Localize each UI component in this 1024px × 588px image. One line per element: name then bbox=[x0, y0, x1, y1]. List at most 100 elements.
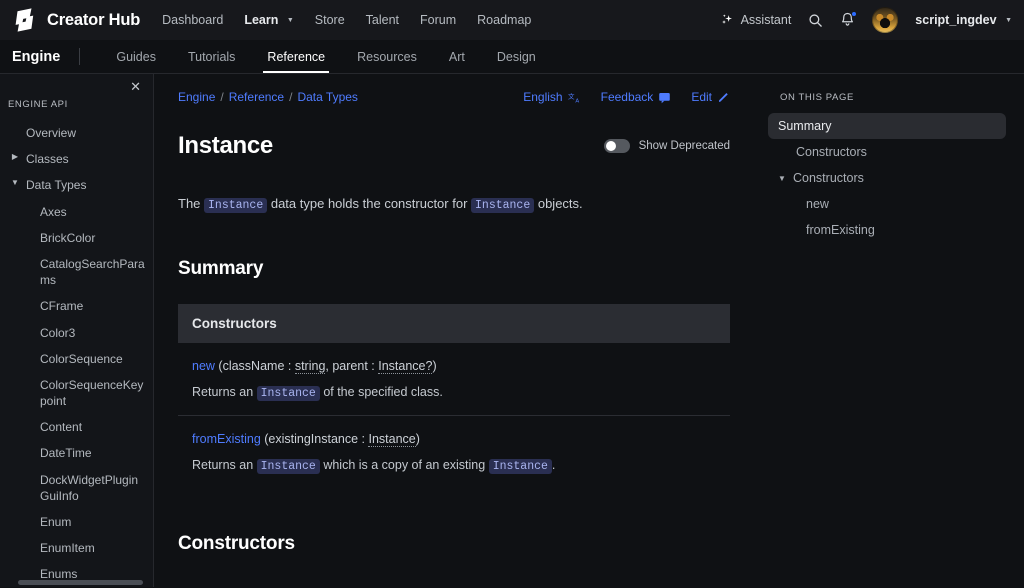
sidebar-item-dockwidgetpluginguiinfo[interactable]: DockWidgetPluginGuiInfo bbox=[0, 467, 153, 509]
sig-open: (className : bbox=[214, 359, 295, 374]
sidebar-item-overview[interactable]: Overview bbox=[0, 120, 153, 146]
sidebar-item-colorsequencekeypoint[interactable]: ColorSequenceKeypoint bbox=[0, 372, 153, 414]
left-sidebar: ✕ ENGINE API Overview ▶ Classes ▼ Data Types… bbox=[0, 74, 154, 587]
nav-link-talent[interactable]: Talent bbox=[366, 13, 399, 27]
breadcrumb-item-data-types[interactable]: Data Types bbox=[297, 90, 357, 104]
sidebar-item-colorsequence[interactable]: ColorSequence bbox=[0, 346, 153, 372]
feedback-button[interactable]: Feedback bbox=[601, 90, 672, 104]
rail-item-label: Summary bbox=[778, 119, 832, 133]
sidebar-item-data-types[interactable]: ▼ Data Types bbox=[0, 172, 153, 198]
sidebar-item-enum[interactable]: Enum bbox=[0, 509, 153, 535]
breadcrumb-item-engine[interactable]: Engine bbox=[178, 90, 215, 104]
show-deprecated-label: Show Deprecated bbox=[638, 140, 730, 152]
svg-text:A: A bbox=[575, 98, 579, 104]
tab-art[interactable]: Art bbox=[433, 40, 481, 73]
brand-logo[interactable]: Creator Hub bbox=[12, 8, 140, 32]
tab-guides[interactable]: Guides bbox=[100, 40, 172, 73]
constructor-name-link[interactable]: new bbox=[192, 359, 215, 373]
nav-link-forum-label: Forum bbox=[420, 13, 457, 27]
nav-link-roadmap[interactable]: Roadmap bbox=[477, 13, 531, 27]
show-deprecated-toggle[interactable] bbox=[603, 139, 630, 153]
intro-text-2: data type holds the constructor for bbox=[267, 196, 472, 211]
summary-heading: Summary bbox=[178, 258, 264, 280]
sidebar-item-color3[interactable]: Color3 bbox=[0, 320, 153, 346]
sidebar-item-axes[interactable]: Axes bbox=[0, 199, 153, 225]
assistant-button[interactable]: Assistant bbox=[720, 13, 791, 28]
notifications-button[interactable] bbox=[840, 11, 858, 28]
sidebar-item-label: Enum bbox=[40, 515, 72, 529]
toggle-knob bbox=[605, 141, 616, 151]
page-body: ✕ ENGINE API Overview ▶ Classes ▼ Data Types… bbox=[0, 74, 1024, 587]
sidebar-item-label: DateTime bbox=[40, 446, 92, 461]
rail-item-new[interactable]: new bbox=[768, 191, 1006, 217]
sig-mid: , parent : bbox=[325, 359, 379, 374]
table-row: fromExisting (existingInstance : Instanc… bbox=[178, 416, 730, 488]
constructor-name-link[interactable]: fromExisting bbox=[192, 432, 261, 446]
page-title-row: Instance Show Deprecated bbox=[178, 132, 730, 160]
sidebar-item-brickcolor[interactable]: BrickColor bbox=[0, 225, 153, 251]
svg-text:文: 文 bbox=[568, 91, 575, 100]
rail-item-constructors[interactable]: ▼ Constructors bbox=[768, 165, 1006, 191]
param-type[interactable]: string bbox=[294, 359, 326, 375]
pencil-icon bbox=[719, 92, 728, 102]
sidebar-item-content[interactable]: Content bbox=[0, 414, 153, 440]
tab-reference-label: Reference bbox=[267, 49, 326, 64]
tab-tutorials[interactable]: Tutorials bbox=[172, 40, 251, 73]
rail-list: Summary Constructors ▼ Constructors new fromE… bbox=[768, 113, 1006, 243]
nav-link-forum[interactable]: Forum bbox=[420, 13, 456, 27]
sidebar-item-enumitem[interactable]: EnumItem bbox=[0, 535, 153, 561]
desc-text-1: Returns an bbox=[192, 458, 257, 473]
tab-reference[interactable]: Reference bbox=[251, 40, 341, 73]
nav-link-learn[interactable]: Learn ▼ bbox=[244, 13, 293, 27]
sidebar-item-label: Overview bbox=[26, 126, 77, 140]
tab-resources[interactable]: Resources bbox=[341, 40, 433, 73]
constructor-signature: fromExisting (existingInstance : Instanc… bbox=[192, 430, 716, 449]
sidebar-item-datetime[interactable]: DateTime bbox=[0, 440, 153, 466]
page-intro-paragraph: The Instance data type holds the constru… bbox=[178, 194, 730, 214]
subnav-tabs: Guides Tutorials Reference Resources Art… bbox=[100, 40, 551, 73]
sidebar-item-classes[interactable]: ▶ Classes bbox=[0, 146, 153, 172]
sig-close: ) bbox=[415, 432, 420, 447]
top-nav-right-cluster: Assistant script_ingdev ▼ bbox=[720, 7, 1012, 33]
inline-code-instance: Instance bbox=[204, 198, 268, 213]
breadcrumb-item-reference[interactable]: Reference bbox=[229, 90, 284, 104]
search-button[interactable] bbox=[808, 13, 823, 28]
sidebar-item-label: CatalogSearchParams bbox=[40, 256, 145, 288]
feedback-label: Feedback bbox=[600, 90, 654, 104]
close-icon[interactable]: ✕ bbox=[130, 80, 141, 93]
notification-badge-dot bbox=[851, 11, 858, 17]
rail-item-fromexisting[interactable]: fromExisting bbox=[768, 217, 1006, 243]
sidebar-item-label: ColorSequenceKeypoint bbox=[40, 377, 144, 409]
desc-text-1: Returns an bbox=[192, 385, 257, 399]
rail-item-summary[interactable]: Summary bbox=[768, 113, 1006, 139]
tab-design-label: Design bbox=[496, 49, 536, 64]
sidebar-item-label: Data Types bbox=[26, 178, 87, 193]
edit-button[interactable]: Edit bbox=[691, 90, 730, 104]
nav-link-learn-label: Learn bbox=[244, 13, 279, 27]
chevron-right-icon: ▶ bbox=[11, 152, 19, 162]
language-label: English bbox=[523, 90, 563, 104]
rail-item-constructors[interactable]: Constructors bbox=[768, 139, 1006, 165]
param-type[interactable]: Instance bbox=[368, 432, 416, 448]
sidebar-horizontal-scrollbar[interactable] bbox=[18, 580, 143, 585]
sparkles-icon bbox=[721, 13, 732, 24]
nav-link-dashboard[interactable]: Dashboard bbox=[162, 13, 223, 27]
language-button[interactable]: English 文 A bbox=[523, 90, 580, 104]
sidebar-item-cframe[interactable]: CFrame bbox=[0, 293, 153, 319]
param-type[interactable]: Instance? bbox=[378, 359, 433, 375]
table-row: new (className : string, parent : Instan… bbox=[178, 343, 730, 417]
inline-code-instance: Instance bbox=[471, 198, 535, 213]
nav-link-store[interactable]: Store bbox=[315, 13, 345, 27]
breadcrumb: Engine / Reference / Data Types bbox=[178, 90, 358, 104]
rail-item-label: new bbox=[806, 197, 829, 211]
username-menu[interactable]: script_ingdev ▼ bbox=[915, 13, 1012, 27]
tab-design[interactable]: Design bbox=[481, 40, 552, 73]
sidebar-item-catalogsearchparams[interactable]: CatalogSearchParams bbox=[0, 251, 153, 293]
comment-icon bbox=[659, 92, 671, 103]
avatar[interactable] bbox=[872, 7, 899, 33]
